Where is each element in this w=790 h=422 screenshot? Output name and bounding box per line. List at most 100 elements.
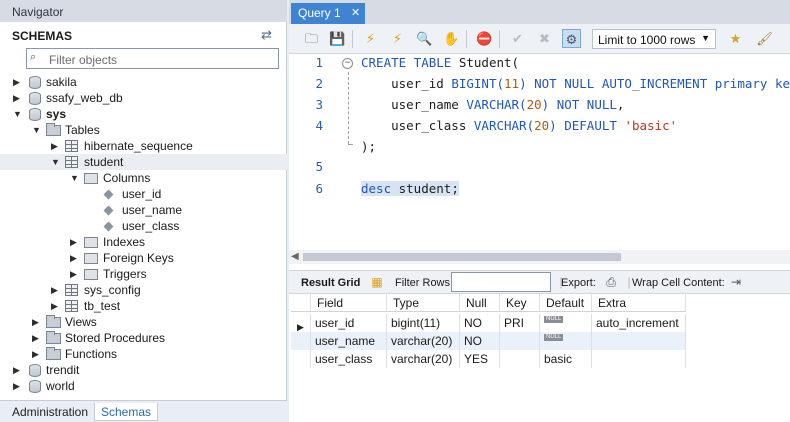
result-grid-tab[interactable]: Result Grid xyxy=(301,277,360,289)
tree-column-user-id[interactable]: user_id xyxy=(0,186,287,202)
limit-rows-select[interactable]: Limit to 1000 rows ▼ xyxy=(592,29,716,49)
cell-extra[interactable] xyxy=(592,350,686,368)
export-icon[interactable]: ⎙ xyxy=(603,274,619,290)
tree-column-user-name[interactable]: user_name xyxy=(0,202,287,218)
scroll-left-icon[interactable]: ◀ xyxy=(291,250,299,264)
tree-schema-ssafy-web-db[interactable]: ▶ ssafy_web_db xyxy=(0,90,287,106)
execute-current-icon[interactable]: ⚡ xyxy=(388,29,407,48)
tree-table-tb-test[interactable]: ▶ tb_test xyxy=(0,298,287,314)
save-icon[interactable]: 💾 xyxy=(328,29,347,48)
column-header[interactable]: Default xyxy=(540,294,592,312)
cell-type[interactable]: bigint(11) xyxy=(387,314,460,332)
tree-label: Stored Procedures xyxy=(65,331,166,345)
cell-field[interactable]: user_class xyxy=(311,350,387,368)
grid-icon[interactable]: ▦ xyxy=(369,274,385,290)
tree-schema-sys[interactable]: ▼ sys xyxy=(0,106,287,122)
tree-folder-columns[interactable]: ▼ Columns xyxy=(0,170,287,186)
explain-icon[interactable]: 🔍 xyxy=(415,29,434,48)
collapse-arrow-icon[interactable]: ▼ xyxy=(51,157,61,167)
collapse-arrow-icon[interactable]: ▼ xyxy=(70,173,80,183)
cell-default[interactable]: basic xyxy=(540,350,592,368)
cell-default[interactable]: NULL xyxy=(540,314,592,332)
close-icon[interactable]: ✕ xyxy=(351,6,360,19)
cell-key[interactable] xyxy=(500,332,540,350)
expand-arrow-icon[interactable]: ▶ xyxy=(13,365,23,375)
fold-toggle-icon[interactable]: − xyxy=(342,58,353,69)
cell-key[interactable] xyxy=(500,350,540,368)
add-snippet-icon[interactable]: ★ xyxy=(726,29,745,48)
tree-label: sakila xyxy=(46,75,77,89)
expand-arrow-icon[interactable]: ▶ xyxy=(13,77,23,87)
tree-folder-views[interactable]: ▶ Views xyxy=(0,314,287,330)
cell-field[interactable]: user_name xyxy=(311,332,387,350)
expand-arrow-icon[interactable]: ▶ xyxy=(51,285,61,295)
tree-schema-trendit[interactable]: ▶ trendit xyxy=(0,362,287,378)
open-file-icon[interactable]: 🗀 xyxy=(302,29,321,48)
tree-column-user-class[interactable]: user_class xyxy=(0,218,287,234)
tree-table-student[interactable]: ▼ student xyxy=(0,154,287,170)
expand-arrow-icon[interactable]: ▶ xyxy=(32,349,42,359)
filter-rows-input[interactable] xyxy=(451,272,551,292)
tree-schema-sakila[interactable]: ▶ sakila xyxy=(0,74,287,90)
tree-folder-triggers[interactable]: ▶ Triggers xyxy=(0,266,287,282)
row-header[interactable]: ▶ xyxy=(291,314,311,332)
cell-extra[interactable] xyxy=(592,332,686,350)
cell-null[interactable]: NO xyxy=(460,332,500,350)
expand-arrow-icon[interactable]: ▶ xyxy=(32,333,42,343)
commit-icon[interactable]: ✔ xyxy=(508,29,527,48)
scrollbar-thumb[interactable] xyxy=(303,253,621,261)
cell-type[interactable]: varchar(20) xyxy=(387,332,460,350)
cell-type[interactable]: varchar(20) xyxy=(387,350,460,368)
tree-table-hibernate-sequence[interactable]: ▶ hibernate_sequence xyxy=(0,138,287,154)
column-header[interactable]: Type xyxy=(387,294,460,312)
expand-arrow-icon[interactable]: ▶ xyxy=(70,237,80,247)
table-row[interactable]: user_name varchar(20) NO NULL xyxy=(291,332,686,350)
sql-editor[interactable]: 1 2 3 4 5 6 − CREATE TABLE Student( user… xyxy=(289,54,790,250)
tree-folder-stored-procedures[interactable]: ▶ Stored Procedures xyxy=(0,330,287,346)
table-row[interactable]: user_class varchar(20) YES basic xyxy=(291,350,686,368)
tab-schemas[interactable]: Schemas xyxy=(94,403,159,421)
tree-folder-indexes[interactable]: ▶ Indexes xyxy=(0,234,287,250)
cell-null[interactable]: YES xyxy=(460,350,500,368)
column-header[interactable]: Field xyxy=(311,294,387,312)
refresh-icon[interactable]: ⇄ xyxy=(261,27,272,43)
beautify-icon[interactable]: 🖌 xyxy=(755,29,774,48)
table-row[interactable]: ▶ user_id bigint(11) NO PRI NULL auto_in… xyxy=(291,314,686,332)
tree-table-sys-config[interactable]: ▶ sys_config xyxy=(0,282,287,298)
execute-icon[interactable]: ⚡ xyxy=(361,29,380,48)
tab-administration[interactable]: Administration xyxy=(6,403,94,421)
expand-arrow-icon[interactable]: ▶ xyxy=(70,253,80,263)
tree-folder-tables[interactable]: ▼ Tables xyxy=(0,122,287,138)
collapse-arrow-icon[interactable]: ▼ xyxy=(32,125,42,135)
column-header[interactable]: Key xyxy=(500,294,540,312)
tree-schema-world[interactable]: ▶ world xyxy=(0,378,287,394)
tree-folder-foreign-keys[interactable]: ▶ Foreign Keys xyxy=(0,250,287,266)
editor-horizontal-scrollbar[interactable]: ◀ xyxy=(289,250,790,264)
autocommit-icon[interactable]: ⚙ xyxy=(562,29,581,48)
sql-toolbar: 🗀 💾 ⚡ ⚡ 🔍 ✋ ⛔ ✔ ✖ ⚙ Limit to 1000 rows ▼… xyxy=(289,24,790,54)
cell-field[interactable]: user_id xyxy=(311,314,387,332)
expand-arrow-icon[interactable]: ▶ xyxy=(32,317,42,327)
rollback-icon[interactable]: ✖ xyxy=(535,29,554,48)
row-header[interactable] xyxy=(291,350,311,368)
expand-arrow-icon[interactable]: ▶ xyxy=(13,93,23,103)
cell-default[interactable]: NULL xyxy=(540,332,592,350)
stop-icon[interactable]: ✋ xyxy=(442,29,461,48)
expand-arrow-icon[interactable]: ▶ xyxy=(51,141,61,151)
tree-folder-functions[interactable]: ▶ Functions xyxy=(0,346,287,362)
column-header[interactable]: Null xyxy=(460,294,500,312)
cell-key[interactable]: PRI xyxy=(500,314,540,332)
column-header[interactable]: Extra xyxy=(592,294,686,312)
tab-query-1[interactable]: Query 1 ✕ xyxy=(291,3,365,24)
cell-null[interactable]: NO xyxy=(460,314,500,332)
cell-extra[interactable]: auto_increment xyxy=(592,314,686,332)
row-header[interactable] xyxy=(291,332,311,350)
tree-label: Indexes xyxy=(103,235,146,249)
wrap-text-icon[interactable]: ⇥ xyxy=(728,274,744,290)
filter-objects-input[interactable] xyxy=(26,48,279,69)
toggle-error-icon[interactable]: ⛔ xyxy=(475,29,494,48)
collapse-arrow-icon[interactable]: ▼ xyxy=(13,109,23,119)
expand-arrow-icon[interactable]: ▶ xyxy=(13,381,23,391)
expand-arrow-icon[interactable]: ▶ xyxy=(51,301,61,311)
expand-arrow-icon[interactable]: ▶ xyxy=(70,269,80,279)
